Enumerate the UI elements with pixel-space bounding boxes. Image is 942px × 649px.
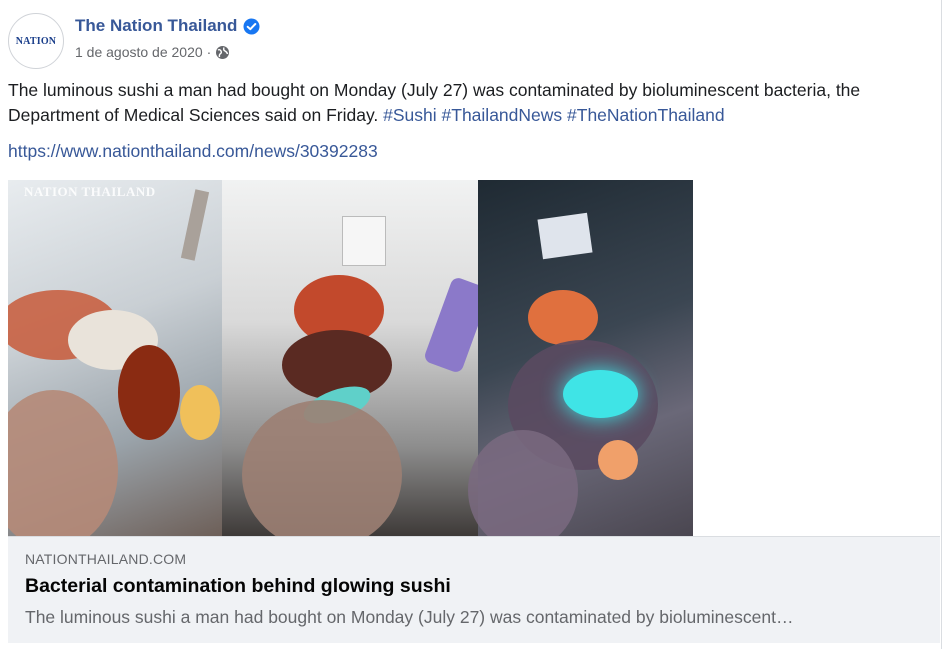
image-watermark: NATION THAILAND: [24, 184, 156, 199]
facebook-post: NATION The Nation Thailand 1 de agosto d…: [0, 0, 942, 649]
link-preview-image[interactable]: NATION THAILAND: [8, 180, 693, 536]
sushi-photo-middle: [222, 180, 492, 536]
verified-badge-icon: [243, 18, 260, 35]
hashtag-link[interactable]: #Sushi: [383, 105, 437, 125]
link-preview-card[interactable]: NATIONTHAILAND.COM Bacterial contaminati…: [8, 536, 940, 643]
link-domain: NATIONTHAILAND.COM: [25, 551, 187, 567]
page-name-link[interactable]: The Nation Thailand: [75, 16, 260, 36]
post-url-link[interactable]: https://www.nationthailand.com/news/3039…: [8, 141, 378, 162]
hashtag-link[interactable]: #TheNationThailand: [567, 105, 725, 125]
meta-separator: ·: [206, 44, 212, 60]
sushi-photo-right-glowing: [468, 180, 693, 536]
post-timestamp[interactable]: 1 de agosto de 2020: [75, 44, 203, 60]
post-header: NATION The Nation Thailand 1 de agosto d…: [8, 10, 608, 69]
link-description: The luminous sushi a man had bought on M…: [25, 607, 794, 627]
page-name[interactable]: The Nation Thailand: [75, 16, 237, 36]
hashtag-link[interactable]: #ThailandNews: [442, 105, 563, 125]
globe-icon[interactable]: [215, 45, 230, 60]
avatar-logo-text: NATION: [15, 35, 57, 47]
post-meta: 1 de agosto de 2020 ·: [75, 44, 230, 60]
post-message: The luminous sushi a man had bought on M…: [8, 78, 928, 128]
page-avatar[interactable]: NATION: [8, 13, 64, 69]
sushi-photo-left: NATION THAILAND: [8, 180, 222, 536]
link-title[interactable]: Bacterial contamination behind glowing s…: [25, 575, 451, 598]
